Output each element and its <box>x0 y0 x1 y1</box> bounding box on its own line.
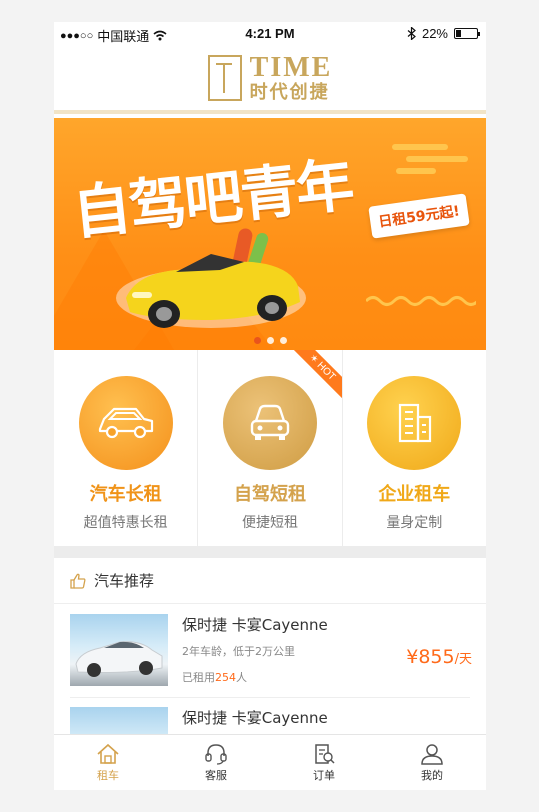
convertible-car-image <box>116 228 306 328</box>
tab-label: 我的 <box>421 768 443 782</box>
divider <box>70 697 470 698</box>
status-bar: ●●●○○ 中国联通 4:21 PM 22% <box>54 22 486 46</box>
rented-count: 已租用254人 <box>182 671 247 684</box>
battery-icon <box>454 28 480 39</box>
service-long-term-rental[interactable]: 汽车长租 超值特惠长租 <box>54 350 199 546</box>
bluetooth-icon <box>407 27 416 40</box>
service-name: 自驾短租 <box>233 484 306 505</box>
thumbs-up-icon <box>70 573 86 589</box>
carousel-dot[interactable] <box>253 337 261 344</box>
car-name: 保时捷 卡宴Cayenne <box>182 709 328 727</box>
car-meta: 2年车龄，低于2万公里 <box>182 645 295 658</box>
carousel-dot[interactable] <box>279 337 287 344</box>
service-grid: 汽车长租 超值特惠长租 ✶ HOT 自驾短租 便捷短租 企业租车 量身定制 <box>54 350 486 546</box>
promo-banner[interactable]: 自驾吧青年 日租59元起! <box>54 118 486 350</box>
section-divider <box>54 546 486 558</box>
service-desc: 便捷短租 <box>241 515 298 531</box>
car-front-icon <box>222 376 317 470</box>
section-title: 汽车推荐 <box>94 572 155 590</box>
tab-label: 客服 <box>205 768 227 782</box>
home-icon <box>97 743 119 764</box>
tab-label: 租车 <box>97 768 119 782</box>
service-name: 汽车长租 <box>89 484 162 505</box>
service-desc: 超值特惠长租 <box>83 515 168 531</box>
car-price: ¥855/天 <box>406 646 472 668</box>
building-icon <box>367 376 462 470</box>
car-thumbnail <box>70 614 168 686</box>
app-screen: ●●●○○ 中国联通 4:21 PM 22% TIME 时代创捷 自驾吧青年 日… <box>54 22 486 790</box>
service-desc: 量身定制 <box>386 515 443 531</box>
service-short-term-rental[interactable]: ✶ HOT 自驾短租 便捷短租 <box>198 350 343 546</box>
logo-text-en: TIME <box>249 52 333 83</box>
recommend-header: 汽车推荐 <box>54 558 486 604</box>
car-icon <box>78 376 173 470</box>
logo-text-cn: 时代创捷 <box>249 82 330 103</box>
bottom-tab-bar: 租车 客服 订单 我的 <box>54 734 486 790</box>
tab-service[interactable]: 客服 <box>162 735 270 790</box>
tab-label: 订单 <box>313 768 335 782</box>
decor-wave <box>366 296 476 306</box>
carousel-dot[interactable] <box>266 337 274 344</box>
tab-orders[interactable]: 订单 <box>270 735 378 790</box>
tab-rent[interactable]: 租车 <box>54 735 162 790</box>
promo-tag: 日租59元起! <box>368 193 470 239</box>
car-name: 保时捷 卡宴Cayenne <box>182 616 328 634</box>
logo: TIME 时代创捷 <box>250 54 333 102</box>
service-name: 企业租车 <box>378 484 451 505</box>
headset-icon <box>205 743 227 765</box>
user-icon <box>421 743 443 765</box>
car-list-item[interactable]: 保时捷 卡宴Cayenne 2年车龄，低于2万公里 已租用254人 ¥855/天 <box>54 606 486 698</box>
battery-percent: 22% <box>421 26 448 41</box>
decor-stripes <box>392 144 468 174</box>
tab-profile[interactable]: 我的 <box>378 735 486 790</box>
carousel-indicator[interactable] <box>54 337 486 344</box>
app-header: TIME 时代创捷 <box>54 46 486 114</box>
logo-mark <box>207 55 242 101</box>
service-enterprise-rental[interactable]: 企业租车 量身定制 <box>343 350 486 546</box>
order-icon <box>315 743 335 764</box>
